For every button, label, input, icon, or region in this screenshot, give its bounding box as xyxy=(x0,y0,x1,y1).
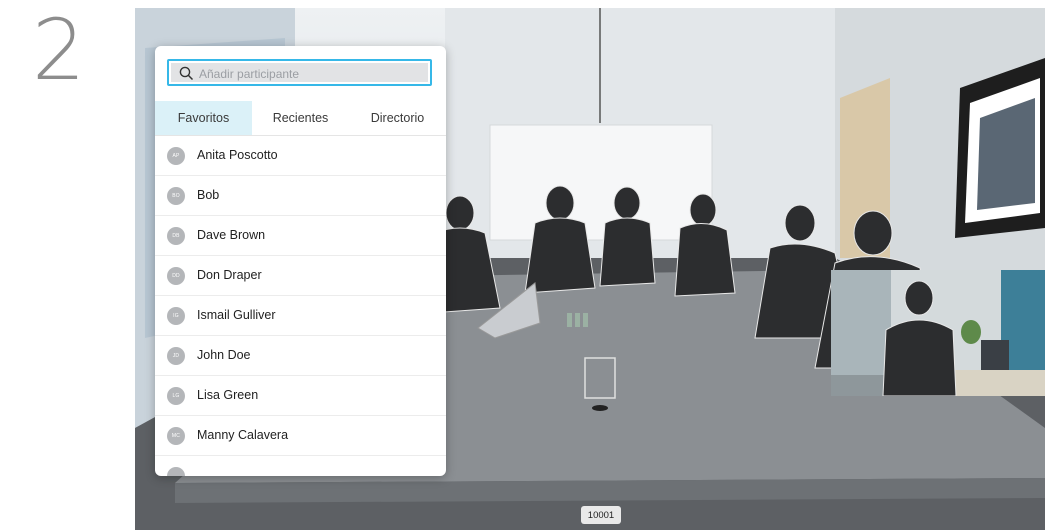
avatar: JD xyxy=(167,347,185,365)
avatar: AP xyxy=(167,147,185,165)
contact-name: Dave Brown xyxy=(197,228,266,242)
contact-item[interactable]: DD Don Draper xyxy=(155,256,446,296)
self-view-illustration xyxy=(831,270,1045,396)
contact-name: John Doe xyxy=(197,348,251,362)
tab-recientes[interactable]: Recientes xyxy=(252,101,349,135)
add-participant-panel: Favoritos Recientes Directorio AP Anita … xyxy=(155,46,446,476)
contact-item[interactable]: BO Bob xyxy=(155,176,446,216)
contact-item[interactable]: IG Ismail Gulliver xyxy=(155,296,446,336)
step-number: 2 xyxy=(32,1,86,99)
avatar: MC xyxy=(167,427,185,445)
avatar xyxy=(167,467,185,476)
contact-name: Ismail Gulliver xyxy=(197,308,276,322)
search-box[interactable] xyxy=(167,59,432,86)
contact-item[interactable]: MC Manny Calavera xyxy=(155,416,446,456)
contact-name: Manny Calavera xyxy=(197,428,289,442)
avatar: DB xyxy=(167,227,185,245)
contact-item-partial[interactable] xyxy=(155,456,446,476)
tab-directorio[interactable]: Directorio xyxy=(349,101,446,135)
search-icon xyxy=(179,66,194,86)
contact-item[interactable]: DB Dave Brown xyxy=(155,216,446,256)
contact-name: Anita Poscotto xyxy=(197,148,278,162)
self-view-video[interactable] xyxy=(831,270,1045,396)
contact-name: Lisa Green xyxy=(197,388,259,402)
avatar: BO xyxy=(167,187,185,205)
contact-item[interactable]: AP Anita Poscotto xyxy=(155,136,446,176)
contact-item[interactable]: JD John Doe xyxy=(155,336,446,376)
call-number-badge: 10001 xyxy=(581,506,621,524)
search-input[interactable] xyxy=(199,64,424,83)
contact-tabs: Favoritos Recientes Directorio xyxy=(155,101,446,136)
tab-favoritos[interactable]: Favoritos xyxy=(155,101,252,135)
contact-item[interactable]: LG Lisa Green xyxy=(155,376,446,416)
contact-name: Don Draper xyxy=(197,268,262,282)
contact-list: AP Anita Poscotto BO Bob DB Dave Brown D… xyxy=(155,136,446,476)
contact-name: Bob xyxy=(197,188,220,202)
avatar: LG xyxy=(167,387,185,405)
avatar: DD xyxy=(167,267,185,285)
avatar: IG xyxy=(167,307,185,325)
